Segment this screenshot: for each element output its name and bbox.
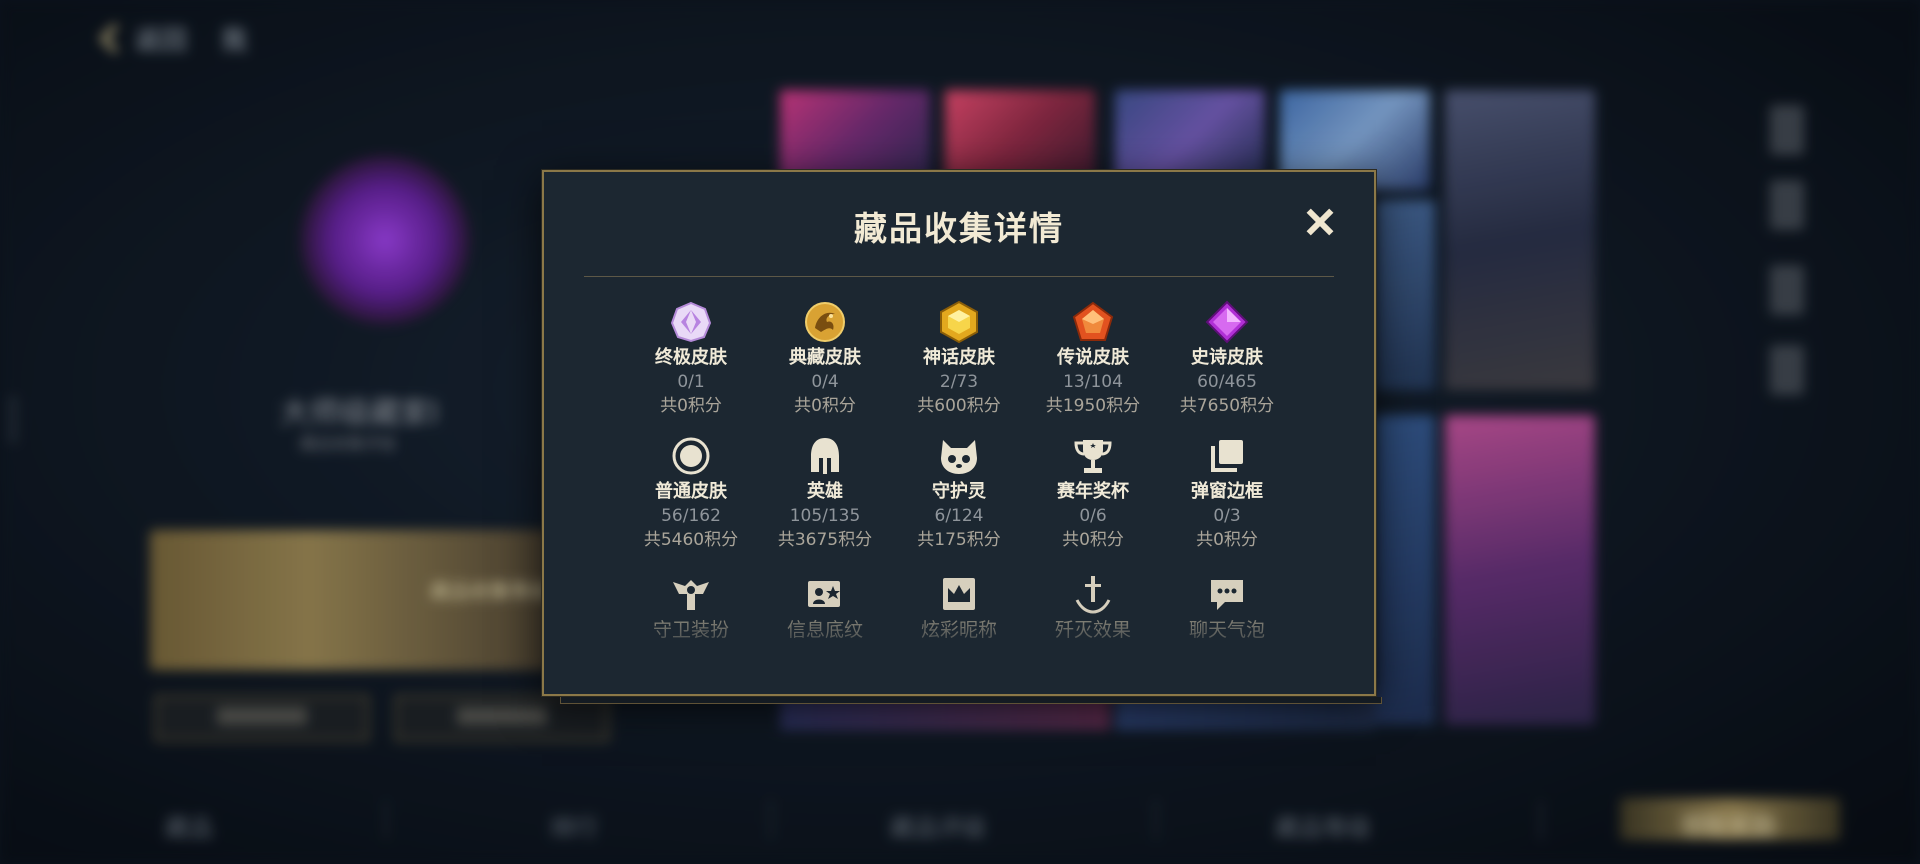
collection-grid: 终极皮肤 0/1 共0积分 典藏皮肤 0/4 共0积分 神话皮肤 2/73 共6… [624,300,1294,568]
epic-skin-icon [1160,300,1294,344]
hero-helmet-icon [758,434,892,478]
sword-effect-icon [1026,572,1160,616]
item-points: 共0积分 [1196,530,1258,550]
side-number: 3093942 [6,395,19,444]
side-action-icon[interactable] [1770,105,1804,155]
item-name: 炫彩昵称 [920,619,997,641]
item-points: 共175积分 [917,530,1001,550]
bottom-nav-item[interactable]: 藏品 [165,808,213,843]
myth-skin-icon [892,300,1026,344]
collection-row: 普通皮肤 56/162 共5460积分 英雄 105/135 共3675积分 守… [624,434,1294,552]
item-count: 0/1 [677,372,705,392]
skin-card[interactable] [780,690,1110,730]
side-action-icon[interactable] [1770,180,1804,230]
item-name: 歼灭效果 [1054,619,1131,641]
trophy-icon [1026,434,1160,478]
back-label: 返回 [135,26,188,56]
item-points: 共3675积分 [777,530,873,550]
item-name: 史诗皮肤 [1191,347,1263,368]
collection-item-normal-skin[interactable]: 普通皮肤 56/162 共5460积分 [624,434,758,552]
item-points: 共0积分 [660,396,722,416]
collection-item-epic-skin[interactable]: 史诗皮肤 60/465 共7650积分 [1160,300,1294,418]
guardian-spirit-icon [892,434,1026,478]
collection-item-legend-skin[interactable]: 传说皮肤 13/104 共1950积分 [1026,300,1160,418]
skin-card[interactable] [1115,690,1375,730]
skin-card[interactable] [1375,415,1435,725]
skin-card[interactable] [1375,200,1435,390]
avatar [300,155,470,325]
collection-item-hero[interactable]: 英雄 105/135 共3675积分 [758,434,892,552]
item-name: 守卫装扮 [652,619,729,641]
skin-card[interactable] [1445,415,1595,725]
collection-item-guardian-spirit[interactable]: 守护灵 6/124 共175积分 [892,434,1026,552]
chat-bubble-icon [1160,572,1294,616]
guard-outfit-icon [624,572,758,616]
treasure-skin-icon [758,300,892,344]
collection-row-faded: 守卫装扮 信息底纹 炫彩昵称 歼灭效果 聊天气泡 [624,572,1294,642]
legend-skin-icon [1026,300,1160,344]
item-name: 守护灵 [932,481,986,502]
collection-item-ultimate-skin[interactable]: 终极皮肤 0/1 共0积分 [624,300,758,418]
collection-item-sword-effect[interactable]: 歼灭效果 [1026,572,1160,642]
skin-card[interactable] [1445,90,1595,390]
popup-frame-icon [1160,434,1294,478]
back-button[interactable]: 返回 我 [99,20,248,57]
collection-item-myth-skin[interactable]: 神话皮肤 2/73 共600积分 [892,300,1026,418]
collection-row: 终极皮肤 0/1 共0积分 典藏皮肤 0/4 共0积分 神话皮肤 2/73 共6… [624,300,1294,418]
item-count: 2/73 [939,372,979,392]
item-name: 聊天气泡 [1188,619,1265,641]
collection-item-info-pattern[interactable]: 信息底纹 [758,572,892,642]
collection-details-modal: 藏品收集详情 终极皮肤 0/1 共0积分 典藏皮肤 0/4 共0积分 神话皮肤 … [542,170,1382,704]
collection-item-treasure-skin[interactable]: 典藏皮肤 0/4 共0积分 [758,300,892,418]
item-name: 赛年奖杯 [1057,481,1129,502]
normal-skin-icon [624,434,758,478]
item-count: 0/3 [1213,506,1241,526]
player-subtitle: 藏品收集评级 [300,434,397,453]
item-name: 普通皮肤 [655,481,727,502]
bottom-nav-item[interactable]: 藏品评级 [890,808,986,843]
collection-item-crown-nickname[interactable]: 炫彩昵称 [892,572,1026,642]
item-points: 共7650积分 [1179,396,1275,416]
item-count: 56/162 [661,506,721,526]
close-icon[interactable] [1302,204,1338,240]
banner-text: 藏品收集等级 [430,579,550,603]
info-pattern-icon [758,572,892,616]
item-count: 0/4 [811,372,839,392]
item-points: 共600积分 [917,396,1001,416]
item-points: 共0积分 [794,396,856,416]
item-name: 传说皮肤 [1057,347,1129,368]
crown-nickname-icon [892,572,1026,616]
chevron-left-icon [99,23,130,54]
item-name: 弹窗边框 [1191,481,1263,502]
item-name: 神话皮肤 [923,347,995,368]
item-count: 60/465 [1197,372,1257,392]
claim-reward-button[interactable]: 领取奖励 [1620,798,1840,840]
ultimate-skin-icon [624,300,758,344]
item-points: 共5460积分 [643,530,739,550]
collection-item-popup-frame[interactable]: 弹窗边框 0/3 共0积分 [1160,434,1294,552]
bg-button-left[interactable] [155,695,369,741]
item-points: 共1950积分 [1045,396,1141,416]
item-name: 英雄 [807,481,843,502]
bottom-nav-item[interactable]: 排行 [550,808,598,843]
collection-item-trophy[interactable]: 赛年奖杯 0/6 共0积分 [1026,434,1160,552]
item-count: 0/6 [1079,506,1107,526]
divider [584,276,1334,277]
collection-item-chat-bubble[interactable]: 聊天气泡 [1160,572,1294,642]
collection-item-guard-outfit[interactable]: 守卫装扮 [624,572,758,642]
item-count: 13/104 [1063,372,1123,392]
bottom-nav-item[interactable]: 藏品等级 [1275,808,1371,843]
item-count: 6/124 [934,506,984,526]
item-count: 105/135 [789,506,861,526]
header-text: 我 [221,26,248,56]
item-name: 终极皮肤 [655,347,727,368]
bottom-nav: 藏品 排行 藏品评级 藏品等级 领取奖励 [0,790,1920,850]
modal-title: 藏品收集详情 [854,209,1064,248]
item-name: 典藏皮肤 [789,347,861,368]
side-action-icon[interactable] [1770,345,1804,395]
player-name: 大师级藏家I [280,396,439,431]
item-points: 共0积分 [1062,530,1124,550]
side-action-icon[interactable] [1770,265,1804,315]
item-name: 信息底纹 [786,619,863,641]
